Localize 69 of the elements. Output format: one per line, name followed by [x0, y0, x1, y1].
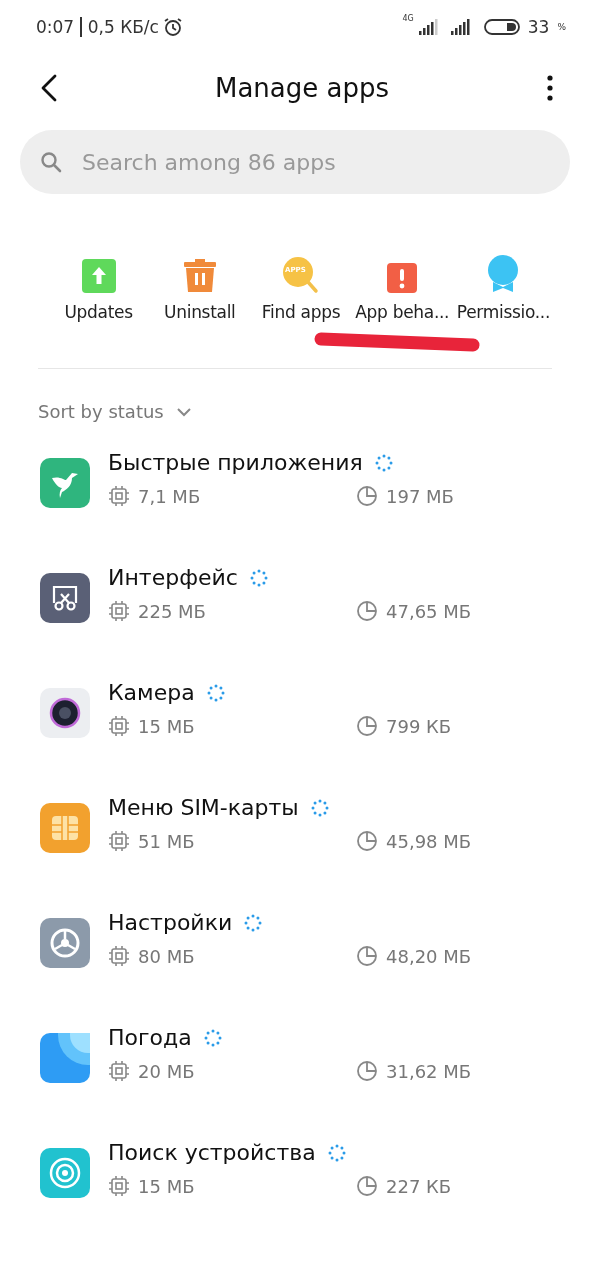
storage-usage: 31,62 МБ: [386, 1060, 472, 1082]
chip-icon: [108, 1175, 130, 1197]
signal-icon: [449, 18, 472, 36]
loading-icon: [244, 913, 263, 932]
page-title: Manage apps: [214, 73, 390, 103]
upload-icon: [80, 258, 117, 294]
battery-level: 33: [527, 17, 550, 37]
loading-icon: [249, 568, 268, 587]
memory-usage: 80 МБ: [138, 945, 195, 967]
memory-usage: 225 МБ: [138, 600, 206, 622]
memory-usage: 15 МБ: [138, 1175, 195, 1197]
app-name: Быстрые приложения: [108, 450, 363, 475]
pie-chart-icon: [356, 945, 378, 967]
magnifier-icon: [281, 256, 321, 294]
storage-usage: 45,98 МБ: [386, 830, 472, 852]
loading-icon: [310, 798, 329, 817]
storage-usage: 47,65 МБ: [386, 600, 472, 622]
network-speed: 0,5 КБ/с: [87, 17, 159, 37]
pie-chart-icon: [356, 715, 378, 737]
chip-icon: [108, 715, 130, 737]
alarm-icon: [162, 17, 183, 37]
pie-chart-icon: [356, 600, 378, 622]
storage-usage: 799 КБ: [386, 715, 452, 737]
pie-chart-icon: [356, 485, 378, 507]
storage-usage: 227 КБ: [386, 1175, 452, 1197]
search-icon: [40, 151, 62, 173]
app-name: Поиск устройства: [108, 1140, 316, 1165]
chip-icon: [108, 600, 130, 622]
loading-icon: [327, 1143, 346, 1162]
search-bar[interactable]: Search among 86 apps: [20, 130, 570, 194]
memory-usage: 20 МБ: [138, 1060, 195, 1082]
app-icon[interactable]: [40, 573, 90, 623]
pie-chart-icon: [356, 1175, 378, 1197]
app-name: Интерфейс: [108, 565, 238, 590]
loading-icon: [203, 1028, 222, 1047]
pie-chart-icon: [356, 830, 378, 852]
shortcut-button[interactable]: Updates: [48, 236, 150, 322]
storage-usage: 48,20 МБ: [386, 945, 472, 967]
sort-dropdown[interactable]: Sort by status: [0, 401, 230, 422]
chevron-down-icon: [175, 406, 192, 417]
app-name: Погода: [108, 1025, 192, 1050]
shortcut-button[interactable]: Permissio...: [452, 236, 554, 322]
app-name: Камера: [108, 680, 195, 705]
clock: 0:07: [36, 17, 75, 37]
shortcut-button[interactable]: Uninstall: [149, 236, 251, 322]
signal-icon: [417, 18, 438, 36]
chip-icon: [108, 830, 130, 852]
memory-usage: 7,1 МБ: [138, 485, 201, 507]
battery-icon: [483, 18, 520, 36]
shortcut-button[interactable]: App beha...: [351, 236, 453, 322]
loading-icon: [206, 683, 225, 702]
memory-usage: 15 МБ: [138, 715, 195, 737]
chip-icon: [108, 1060, 130, 1082]
app-icon[interactable]: [40, 688, 90, 738]
chip-icon: [108, 485, 130, 507]
pie-chart-icon: [356, 1060, 378, 1082]
memory-usage: 51 МБ: [138, 830, 195, 852]
app-name: Настройки: [108, 910, 233, 935]
trash-icon: [181, 258, 218, 294]
battery-unit: %: [557, 22, 566, 32]
more-icon[interactable]: [546, 75, 554, 101]
app-name: Меню SIM-карты: [108, 795, 299, 820]
alert-icon: [386, 262, 419, 294]
storage-usage: 197 МБ: [386, 485, 454, 507]
search-field[interactable]: Search among 86 apps: [80, 148, 550, 176]
back-icon[interactable]: [40, 74, 58, 102]
network-type: 4G: [402, 14, 414, 23]
loading-icon: [374, 453, 393, 472]
chip-icon: [108, 945, 130, 967]
